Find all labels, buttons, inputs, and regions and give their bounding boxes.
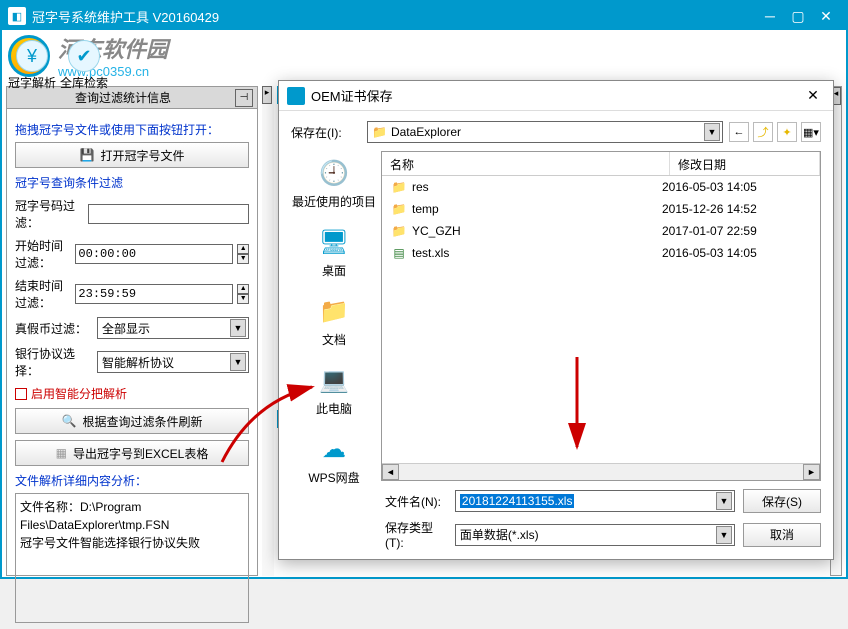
- search-icon: 🔍: [62, 414, 77, 428]
- bank-proto-select[interactable]: 智能解析协议 ▼: [97, 351, 249, 373]
- save-icon: 💾: [80, 148, 95, 162]
- place-computer[interactable]: 💻 此电脑: [291, 362, 377, 417]
- drag-hint: 拖拽冠字号文件或使用下面按钮打开：: [15, 121, 249, 138]
- splitter[interactable]: ▸: [262, 86, 274, 576]
- file-list-area: 名称 修改日期 📁res2016-05-03 14:05📁temp2015-12…: [381, 151, 821, 481]
- app-icon: ◧: [8, 7, 26, 25]
- search-icon: ✔: [68, 40, 100, 72]
- save-in-select[interactable]: 📁 DataExplorer ▼: [367, 121, 723, 143]
- bank-proto-label: 银行协议选择：: [15, 345, 93, 379]
- end-time-label: 结束时间过滤：: [15, 277, 71, 311]
- places-bar: 🕘 最近使用的项目 🖥 桌面 📁 文档 💻 此电脑: [291, 151, 377, 481]
- file-row[interactable]: 📁 res2016-05-03 14:05: [382, 176, 820, 198]
- file-date: 2016-05-03 14:05: [662, 246, 812, 260]
- file-date: 2015-12-26 14:52: [662, 202, 812, 216]
- file-list-header: 名称 修改日期: [382, 152, 820, 176]
- file-row[interactable]: 📁 YC_GZH2017-01-07 22:59: [382, 220, 820, 242]
- file-list[interactable]: 📁res2016-05-03 14:05📁temp2015-12-26 14:5…: [382, 176, 820, 463]
- file-date: 2017-01-07 22:59: [662, 224, 812, 238]
- dialog-title: OEM证书保存: [311, 86, 801, 105]
- close-button[interactable]: ✕: [812, 6, 840, 26]
- open-file-button[interactable]: 💾 打开冠字号文件: [15, 142, 249, 168]
- file-name: res: [412, 180, 662, 194]
- save-button[interactable]: 保存(S): [743, 489, 821, 513]
- start-time-input[interactable]: [75, 244, 233, 264]
- end-time-spinner[interactable]: ▲▼: [237, 284, 249, 304]
- place-network[interactable]: ☁ WPS网盘: [291, 431, 377, 486]
- folder-icon: 📁: [372, 125, 387, 139]
- place-recent[interactable]: 🕘 最近使用的项目: [291, 155, 377, 210]
- excel-icon: ▦: [56, 446, 67, 460]
- folder-icon: 📁: [390, 180, 408, 194]
- parse-tool[interactable]: ¥ 冠字解析: [8, 40, 56, 91]
- scroll-right-icon[interactable]: ►: [803, 464, 820, 480]
- documents-icon: 📁: [314, 293, 354, 329]
- folder-icon: 📁: [390, 224, 408, 238]
- up-button[interactable]: ⤴: [753, 122, 773, 142]
- chevron-down-icon: ▼: [716, 526, 732, 544]
- chevron-down-icon: ▼: [230, 353, 246, 371]
- refresh-button[interactable]: 🔍 根据查询过滤条件刷新: [15, 408, 249, 434]
- search-tool[interactable]: ✔ 全库检索: [60, 40, 108, 91]
- start-time-spinner[interactable]: ▲▼: [237, 244, 249, 264]
- toolbar: ¥ 冠字解析 ✔ 全库检索: [8, 40, 108, 91]
- file-row[interactable]: 📁 temp2015-12-26 14:52: [382, 198, 820, 220]
- main-window: ◧ 冠字号系统维护工具 V20160429 ─ ▢ ✕ 河东软件园 www.pc…: [0, 0, 848, 579]
- realfake-select[interactable]: 全部显示 ▼: [97, 317, 249, 339]
- detail-title: 文件解析详细内容分析：: [15, 472, 249, 489]
- xls-icon: ▤: [390, 246, 408, 260]
- recent-icon: 🕘: [314, 155, 354, 191]
- parse-icon: ¥: [16, 40, 48, 72]
- folder-icon: 📁: [390, 202, 408, 216]
- file-name: temp: [412, 202, 662, 216]
- place-desktop[interactable]: 🖥 桌面: [291, 224, 377, 279]
- maximize-button[interactable]: ▢: [784, 6, 812, 26]
- cloud-icon: ☁: [314, 431, 354, 467]
- chevron-down-icon: ▼: [230, 319, 246, 337]
- col-date[interactable]: 修改日期: [670, 152, 820, 175]
- dialog-icon: [287, 87, 305, 105]
- filename-label: 文件名(N):: [385, 493, 447, 510]
- panel-title: 查询过滤统计信息: [11, 89, 235, 106]
- view-button[interactable]: ▦▾: [801, 122, 821, 142]
- back-button[interactable]: ←: [729, 122, 749, 142]
- filetype-select[interactable]: 面单数据(*.xls) ▼: [455, 524, 735, 546]
- export-excel-button[interactable]: ▦ 导出冠字号到EXCEL表格: [15, 440, 249, 466]
- desktop-icon: 🖥: [314, 224, 354, 260]
- chevron-down-icon: ▼: [716, 492, 732, 510]
- filter-title: 冠字号查询条件过滤: [15, 174, 249, 191]
- dialog-titlebar: OEM证书保存 ✕: [279, 81, 833, 111]
- file-row[interactable]: ▤ test.xls2016-05-03 14:05: [382, 242, 820, 264]
- detail-textarea[interactable]: 文件名称：D:\Program Files\DataExplorer\tmp.F…: [15, 493, 249, 623]
- file-name: YC_GZH: [412, 224, 662, 238]
- dialog-close-button[interactable]: ✕: [801, 87, 825, 104]
- end-time-input[interactable]: [75, 284, 233, 304]
- window-title: 冠字号系统维护工具 V20160429: [32, 7, 756, 26]
- enable-smart-checkbox[interactable]: 启用智能分把解析: [15, 385, 249, 402]
- col-name[interactable]: 名称: [382, 152, 670, 175]
- file-name: test.xls: [412, 246, 662, 260]
- realfake-label: 真假币过滤：: [15, 320, 93, 337]
- filename-input[interactable]: 20181224113155.xls ▼: [455, 490, 735, 512]
- chevron-down-icon: ▼: [704, 123, 720, 141]
- save-dialog: OEM证书保存 ✕ 保存在(I): 📁 DataExplorer ▼ ← ⤴ ✦…: [278, 80, 834, 560]
- minimize-button[interactable]: ─: [756, 6, 784, 26]
- filter-panel: 查询过滤统计信息 ⊣ 拖拽冠字号文件或使用下面按钮打开： 💾 打开冠字号文件 冠…: [6, 86, 258, 576]
- filetype-label: 保存类型(T):: [385, 519, 447, 550]
- place-documents[interactable]: 📁 文档: [291, 293, 377, 348]
- file-date: 2016-05-03 14:05: [662, 180, 812, 194]
- save-in-label: 保存在(I):: [291, 124, 361, 141]
- new-folder-button[interactable]: ✦: [777, 122, 797, 142]
- code-filter-label: 冠字号码过滤：: [15, 197, 84, 231]
- start-time-label: 开始时间过滤：: [15, 237, 71, 271]
- code-filter-input[interactable]: [88, 204, 249, 224]
- cancel-button[interactable]: 取消: [743, 523, 821, 547]
- pin-button[interactable]: ⊣: [235, 89, 253, 107]
- scroll-left-icon[interactable]: ◄: [382, 464, 399, 480]
- checkbox-icon: [15, 388, 27, 400]
- computer-icon: 💻: [314, 362, 354, 398]
- horizontal-scrollbar[interactable]: ◄ ►: [382, 463, 820, 480]
- titlebar: ◧ 冠字号系统维护工具 V20160429 ─ ▢ ✕: [2, 2, 846, 30]
